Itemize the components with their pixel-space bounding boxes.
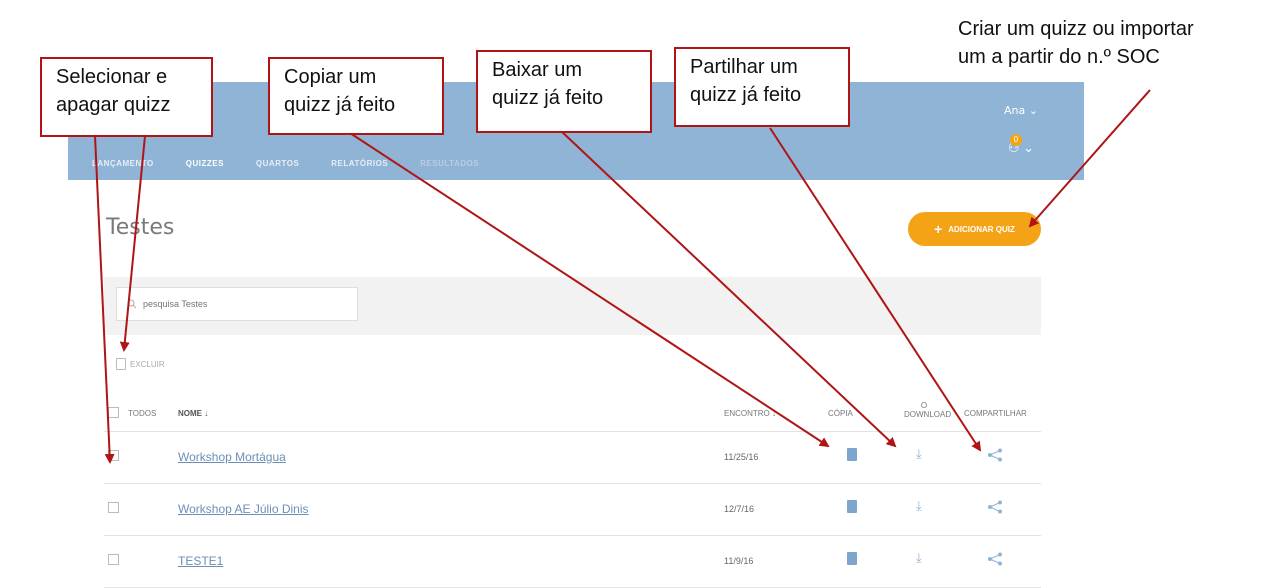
callout-line: Baixar um xyxy=(492,59,583,81)
callout-line: Copiar um xyxy=(284,66,377,88)
arrow-to-copy xyxy=(349,132,830,448)
callout-select-delete: Selecionar e apagar quizz xyxy=(40,57,213,137)
arrow-to-share xyxy=(769,127,982,452)
arrow-to-delete xyxy=(119,135,146,352)
callout-share: Partilhar um quizz já feito xyxy=(674,47,850,127)
arrow-to-add-quiz xyxy=(1028,89,1151,228)
callout-line: Partilhar um xyxy=(690,56,798,78)
callout-line: Criar um quizz ou importar xyxy=(958,18,1194,40)
callout-create: Criar um quizz ou importar um a partir d… xyxy=(952,15,1200,71)
callout-copy: Copiar um quizz já feito xyxy=(268,57,444,135)
arrow-to-download xyxy=(559,129,897,448)
arrow-to-row-checkbox xyxy=(94,135,115,464)
callout-line: quizz já feito xyxy=(690,84,802,106)
callout-line: apagar quizz xyxy=(56,94,171,116)
callout-line: quizz já feito xyxy=(492,87,604,109)
callout-download: Baixar um quizz já feito xyxy=(476,50,652,133)
callout-line: quizz já feito xyxy=(284,94,396,116)
callout-line: um a partir do n.º SOC xyxy=(958,46,1160,68)
callout-line: Selecionar e xyxy=(56,66,168,88)
